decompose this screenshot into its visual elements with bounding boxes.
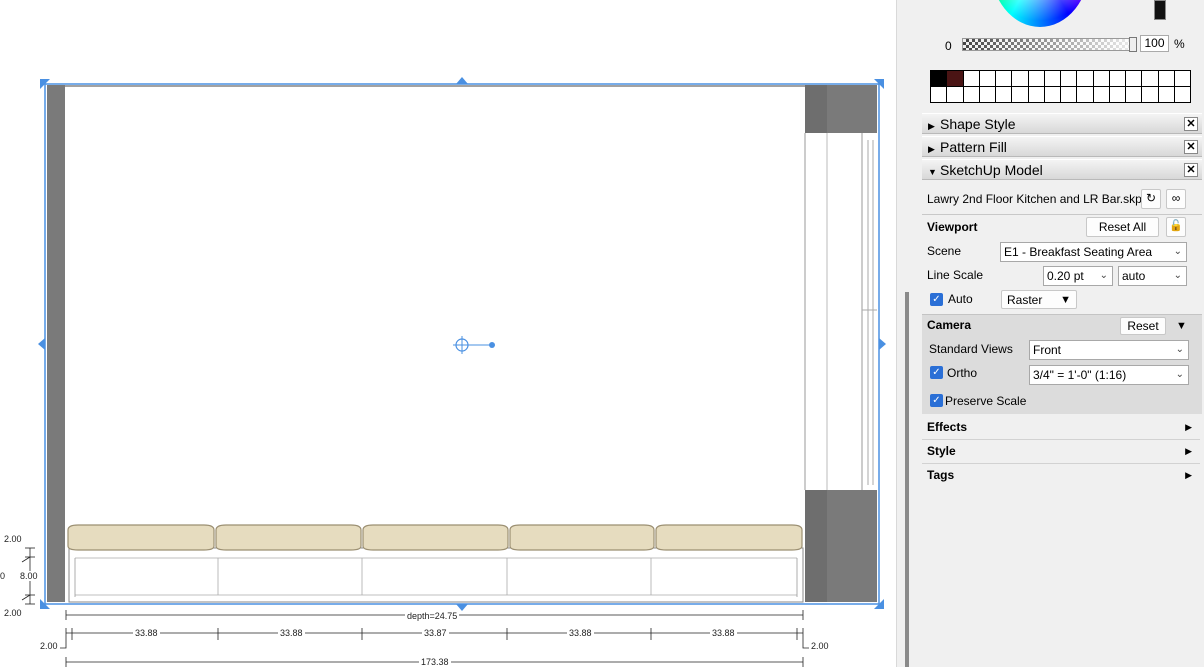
dim-segment-4: 33.88 [567, 628, 594, 638]
cushion-4 [509, 524, 655, 551]
dim-depth: depth=24.75 [405, 611, 460, 621]
vertical-scrollbar[interactable] [896, 0, 920, 667]
opacity-thumb[interactable] [1129, 37, 1137, 52]
viewport-heading: Viewport [927, 220, 978, 234]
handle-top-mid [456, 77, 468, 84]
expand-arrow-icon: ▶ [928, 121, 935, 131]
preserve-scale-label: Preserve Scale [945, 394, 1027, 408]
opacity-min-label: 0 [945, 39, 952, 53]
expand-arrow-icon: ▶ [1185, 446, 1192, 456]
chevron-down-icon: ⌄ [1175, 369, 1184, 380]
expand-arrow-icon: ▶ [1185, 470, 1192, 480]
dropdown-arrow-icon: ▼ [1060, 294, 1071, 306]
dim-segment-5: 33.88 [710, 628, 737, 638]
scene-select[interactable]: E1 - Breakfast Seating Area ⌄ [1000, 242, 1187, 262]
tray-pattern-fill-label: Pattern Fill [940, 139, 1007, 155]
color-swatches[interactable] [930, 70, 1191, 103]
dim-left-top: 2.00 [2, 534, 24, 544]
line-scale-select[interactable]: 0.20 pt ⌄ [1043, 266, 1113, 286]
line-scale-label: Line Scale [927, 268, 984, 282]
swatch-darkred [947, 71, 964, 87]
close-icon[interactable]: ✕ [1184, 163, 1198, 177]
standard-views-value: Front [1033, 343, 1062, 357]
cushion-1 [67, 524, 215, 551]
camera-heading: Camera [927, 318, 972, 332]
ortho-scale-select[interactable]: 3/4" = 1'-0" (1:16) ⌄ [1029, 365, 1189, 385]
camera-reset-button[interactable]: Reset [1120, 317, 1166, 335]
dim-end-right: 2.00 [809, 641, 831, 651]
line-scale-mode-value: auto [1122, 269, 1146, 283]
swatch-black [931, 71, 948, 87]
rotation-handle-icon[interactable] [453, 336, 495, 354]
ortho-scale-value: 3/4" = 1'-0" (1:16) [1033, 368, 1127, 382]
standard-views-label: Standard Views [929, 342, 1013, 356]
cushion-3 [362, 524, 509, 551]
line-scale-mode-select[interactable]: auto ⌄ [1118, 266, 1187, 286]
close-icon[interactable]: ✕ [1184, 140, 1198, 154]
lock-icon[interactable]: 🔓 [1166, 217, 1186, 237]
tray-sketchup-model-label: SketchUp Model [940, 162, 1043, 178]
color-wheel[interactable] [990, 0, 1090, 27]
auto-label: Auto [948, 292, 973, 306]
expand-arrow-icon: ▶ [928, 144, 935, 154]
bench-base [68, 547, 804, 603]
style-label: Style [927, 444, 956, 458]
dim-left-mid: 8.00 [18, 571, 40, 581]
reset-all-button[interactable]: Reset All [1086, 217, 1159, 237]
effects-label: Effects [927, 420, 968, 434]
viewport-drawing[interactable] [0, 0, 896, 667]
chevron-down-icon: ⌄ [1099, 270, 1108, 281]
opacity-unit: % [1174, 37, 1185, 51]
tray-shape-style[interactable]: ▶ Shape Style ✕ [922, 113, 1202, 134]
bench-cushions [67, 524, 803, 551]
handle-left-mid [38, 338, 45, 350]
tray-shape-style-label: Shape Style [940, 116, 1016, 132]
cushion-5 [655, 524, 803, 551]
chevron-down-icon: ⌄ [1173, 246, 1182, 257]
default-tray: 0 100 % ▶ Shape Style ✕ ▶ Pattern Fill ✕ ▼… [920, 0, 1204, 667]
tray-pattern-fill[interactable]: ▶ Pattern Fill ✕ [922, 136, 1202, 157]
layout-canvas[interactable]: 2.00 8.00 0 2.00 depth=24.75 33.88 33.88… [0, 0, 896, 667]
render-mode-value: Raster [1007, 293, 1043, 307]
dim-left-zero: 0 [0, 571, 6, 581]
model-file-name: Lawry 2nd Floor Kitchen and LR Bar.skp [927, 192, 1142, 206]
opacity-input[interactable]: 100 [1140, 35, 1169, 52]
dim-segment-3: 33.87 [422, 628, 449, 638]
scene-label: Scene [927, 244, 962, 258]
chevron-down-icon: ⌄ [1173, 270, 1182, 281]
close-icon[interactable]: ✕ [1184, 117, 1198, 131]
dim-left-bottom: 2.00 [2, 608, 24, 618]
cushion-2 [215, 524, 362, 551]
link-icon[interactable]: ∞ [1166, 189, 1186, 209]
camera-collapse-icon[interactable]: ▼ [1176, 320, 1187, 332]
brightness-slider[interactable] [1154, 0, 1166, 20]
dim-segment-1: 33.88 [133, 628, 160, 638]
preserve-scale-checkbox[interactable]: ✓ [930, 394, 943, 407]
expand-arrow-icon: ▶ [1185, 422, 1192, 432]
standard-views-select[interactable]: Front ⌄ [1029, 340, 1189, 360]
collapse-arrow-icon: ▼ [928, 167, 937, 177]
tags-section[interactable]: Tags ▶ [922, 464, 1200, 488]
ortho-label: Ortho [947, 366, 978, 380]
scene-value: E1 - Breakfast Seating Area [1004, 245, 1153, 259]
handle-bottom-mid [456, 604, 468, 611]
dim-total: 173.38 [419, 657, 451, 667]
style-section[interactable]: Style ▶ [922, 440, 1200, 464]
opacity-slider[interactable] [962, 37, 1137, 52]
render-mode-select[interactable]: Raster ▼ [1001, 290, 1077, 309]
tray-sketchup-model[interactable]: ▼ SketchUp Model ✕ [922, 159, 1202, 180]
scrollbar-thumb[interactable] [905, 292, 909, 667]
line-scale-value: 0.20 pt [1047, 269, 1084, 283]
chevron-down-icon: ⌄ [1175, 344, 1184, 355]
left-wall [47, 85, 65, 602]
ortho-checkbox[interactable]: ✓ [930, 366, 943, 379]
dim-segment-2: 33.88 [278, 628, 305, 638]
refresh-icon[interactable]: ↻ [1141, 189, 1161, 209]
handle-right-mid [879, 338, 886, 350]
dim-end-left: 2.00 [38, 641, 60, 651]
auto-checkbox[interactable]: ✓ [930, 293, 943, 306]
tags-label: Tags [927, 468, 955, 482]
effects-section[interactable]: Effects ▶ [922, 416, 1200, 440]
